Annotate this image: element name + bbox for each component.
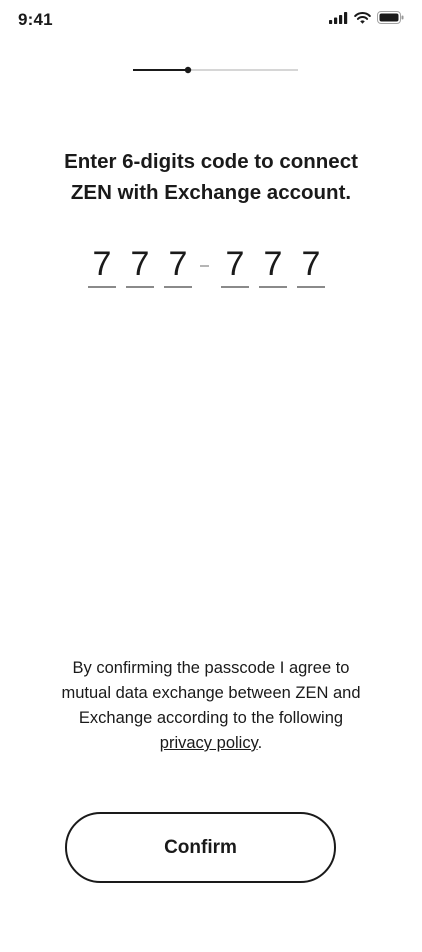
code-digit-5[interactable]: 7 — [259, 240, 287, 290]
code-separator — [200, 265, 209, 267]
code-digit-6[interactable]: 7 — [297, 240, 325, 290]
cellular-signal-icon — [329, 11, 348, 24]
consent-disclaimer: By confirming the passcode I agree to mu… — [24, 656, 398, 756]
code-digit-1[interactable]: 7 — [88, 240, 116, 290]
disclaimer-line-4: privacy policy. — [24, 731, 398, 756]
digit-underline — [297, 286, 325, 288]
disclaimer-line-2: mutual data exchange between ZEN and — [61, 684, 361, 702]
status-time: 9:41 — [18, 10, 53, 29]
disclaimer-line-1: By confirming the passcode I agree to — [72, 659, 350, 677]
progress-indicator — [133, 63, 298, 75]
battery-icon — [377, 11, 404, 24]
code-digit-3[interactable]: 7 — [164, 240, 192, 290]
heading-line-1: Enter 6-digits code to connect — [64, 150, 358, 173]
code-digit-4[interactable]: 7 — [221, 240, 249, 290]
digit-underline — [88, 286, 116, 288]
screen: 9:41 Enter 6-digits code to connect ZEN … — [0, 0, 422, 952]
confirm-button[interactable]: Confirm — [65, 812, 336, 883]
heading-line-2: ZEN with Exchange account. — [70, 181, 352, 204]
code-digit-2[interactable]: 7 — [126, 240, 154, 290]
wifi-icon — [354, 11, 371, 24]
digit-underline — [164, 286, 192, 288]
status-bar: 9:41 — [0, 0, 422, 40]
disclaimer-end: . — [257, 734, 263, 752]
code-input[interactable]: 7 7 7 7 7 7 — [0, 240, 422, 296]
disclaimer-line-3: Exchange according to the following — [78, 709, 344, 727]
progress-dot — [184, 66, 192, 74]
digit-underline — [126, 286, 154, 288]
page-heading: Enter 6-digits code to connect ZEN with … — [20, 146, 402, 208]
status-icons — [329, 11, 404, 24]
digit-underline — [259, 286, 287, 288]
privacy-policy-link[interactable]: privacy policy — [160, 734, 258, 752]
digit-underline — [221, 286, 249, 288]
